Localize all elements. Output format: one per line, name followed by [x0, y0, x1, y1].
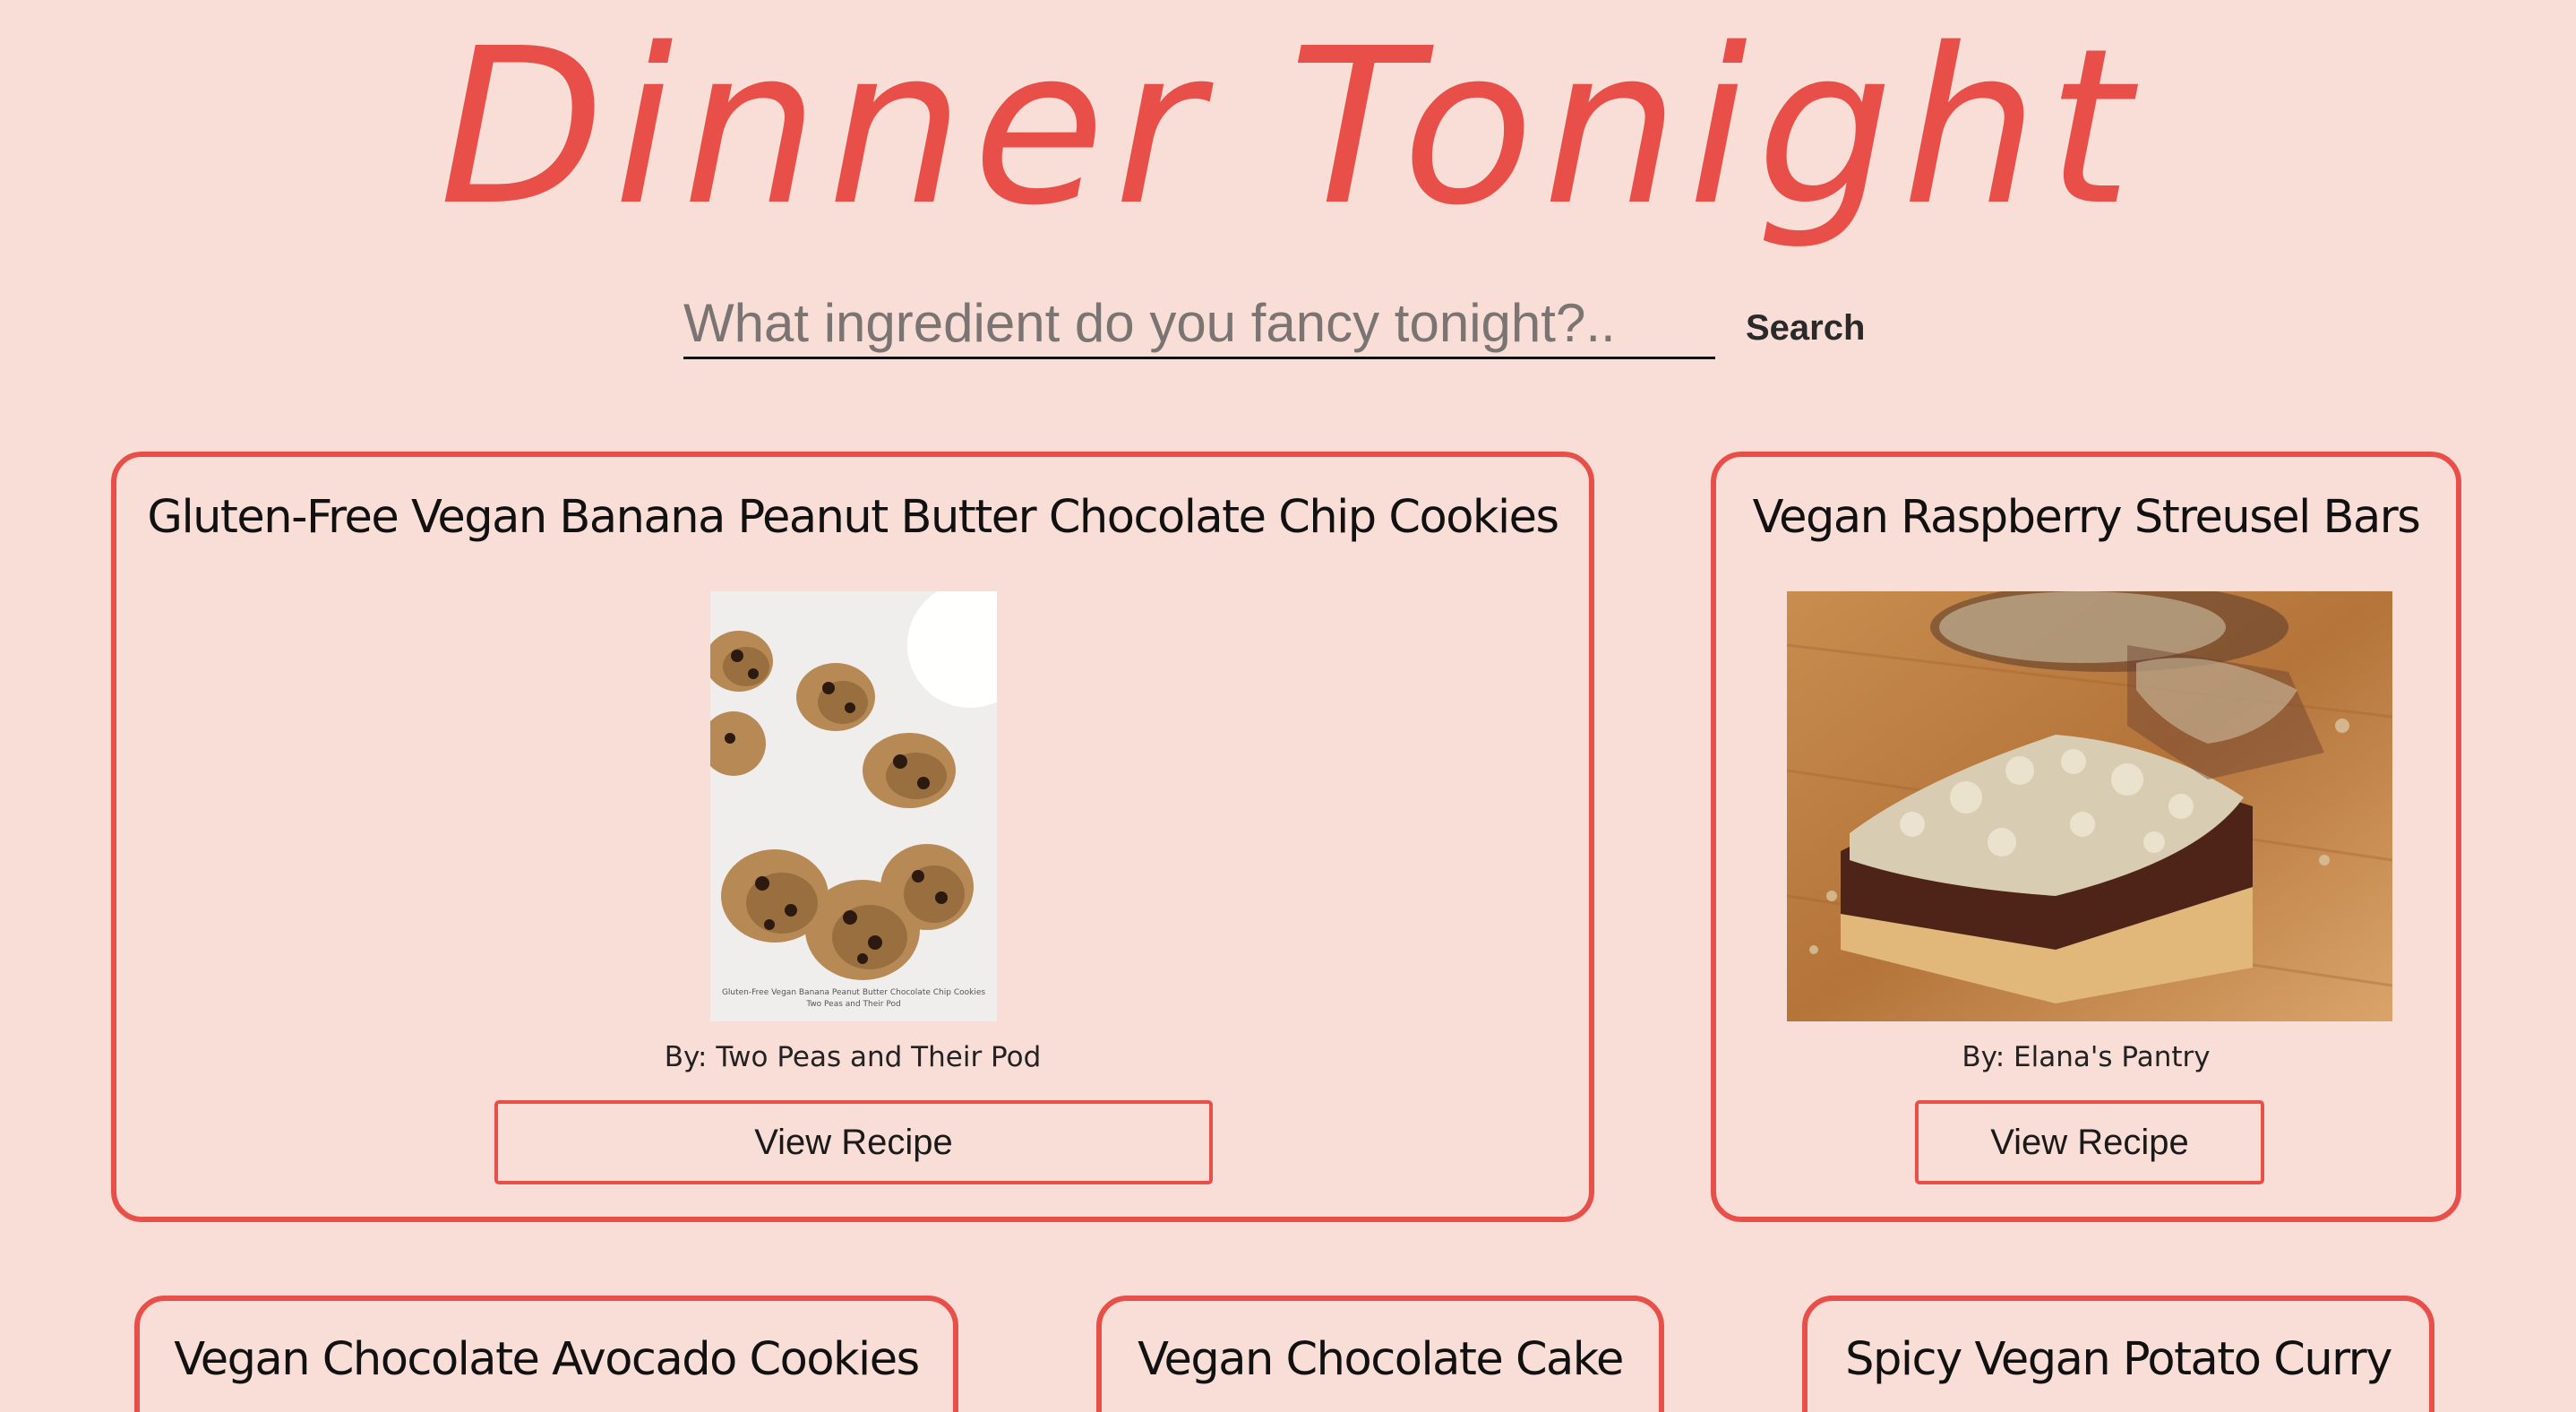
search-button[interactable]: Search — [1739, 308, 1872, 349]
image-caption-line2: Two Peas and Their Pod — [805, 1000, 900, 1009]
recipe-title: Vegan Raspberry Streusel Bars — [1752, 491, 2421, 544]
recipe-author: By: Elana's Pantry — [1962, 1041, 2211, 1073]
recipe-image: Gluten-Free Vegan Banana Peanut Butter C… — [710, 591, 997, 1021]
ingredient-search-input[interactable] — [683, 288, 1715, 359]
recipe-author: By: Two Peas and Their Pod — [664, 1041, 1042, 1073]
view-recipe-button[interactable]: View Recipe — [494, 1100, 1213, 1184]
logo-text: Dinner Tonight — [439, 2, 2140, 253]
recipe-image — [1787, 591, 2392, 1021]
image-caption-line1: Gluten-Free Vegan Banana Peanut Butter C… — [722, 988, 985, 997]
recipe-card: Vegan Chocolate Avocado Cookies — [134, 1296, 958, 1412]
view-recipe-button[interactable]: View Recipe — [1915, 1100, 2264, 1184]
recipe-title: Vegan Chocolate Avocado Cookies — [174, 1333, 920, 1386]
recipe-title: Spicy Vegan Potato Curry — [1845, 1333, 2392, 1386]
recipe-card: Gluten-Free Vegan Banana Peanut Butter C… — [111, 452, 1594, 1222]
recipe-title: Vegan Chocolate Cake — [1138, 1333, 1624, 1386]
recipe-title: Gluten-Free Vegan Banana Peanut Butter C… — [147, 491, 1559, 544]
recipe-card: Vegan Chocolate Cake — [1096, 1296, 1664, 1412]
search-bar: Search — [683, 288, 1937, 369]
site-logo: Dinner Tonight — [439, 2, 2140, 253]
page: Dinner Tonight Search Gluten-Free Vegan … — [0, 0, 2576, 1412]
recipe-card: Vegan Raspberry Streusel Bars By: Elana'… — [1711, 452, 2461, 1222]
recipe-card: Spicy Vegan Potato Curry — [1802, 1296, 2434, 1412]
